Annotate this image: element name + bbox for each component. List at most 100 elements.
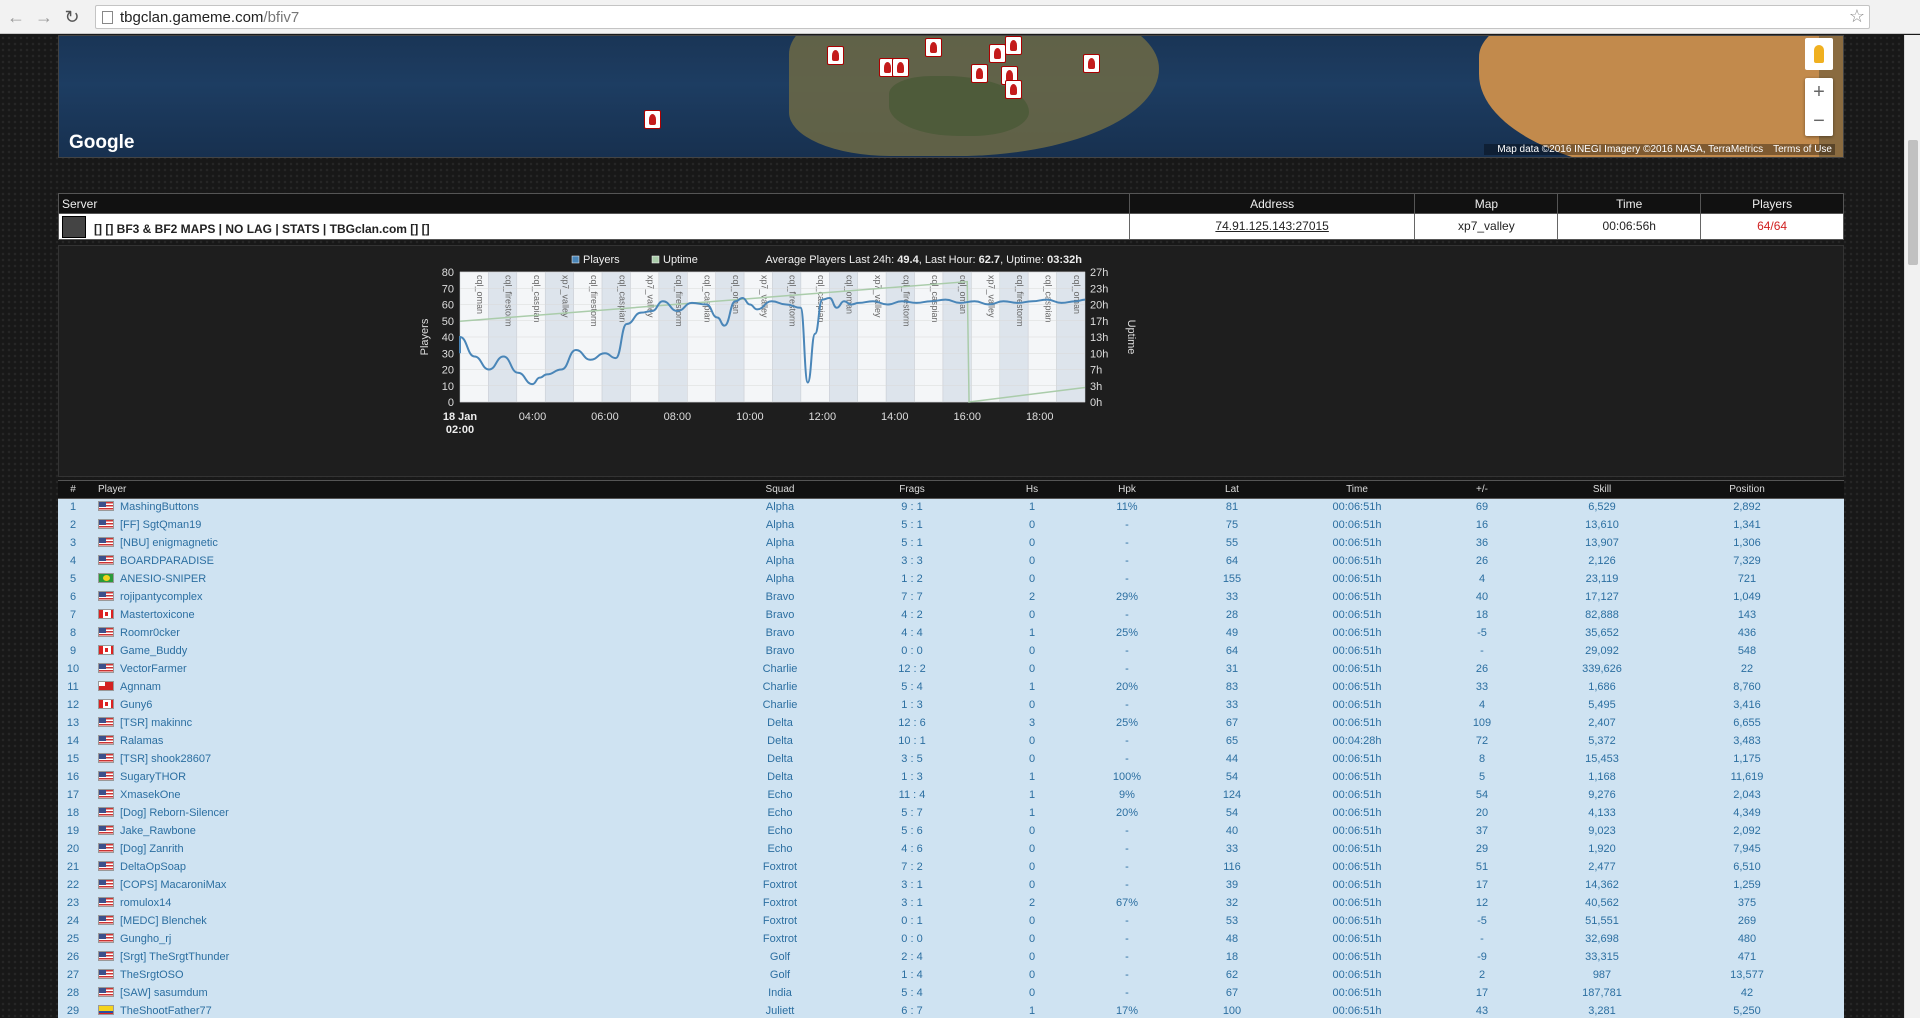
player-cell[interactable]: DeltaOpSoap — [88, 859, 728, 877]
server-address-link[interactable]: 74.91.125.143:27015 — [1215, 219, 1328, 233]
player-marker-icon[interactable] — [989, 44, 1006, 63]
player-cell[interactable]: romulox14 — [88, 895, 728, 913]
player-name[interactable]: SugaryTHOR — [120, 771, 186, 783]
player-cell[interactable]: [FF] SgtQman19 — [88, 517, 728, 535]
table-row[interactable]: 20 [Dog] Zanrith Echo 4 : 6 0 - 33 00:06:51h 29 1… — [58, 841, 1844, 859]
header-rank[interactable]: # — [58, 481, 88, 498]
player-cell[interactable]: VectorFarmer — [88, 661, 728, 679]
player-cell[interactable]: [MEDC] Blenchek — [88, 913, 728, 931]
squad-cell[interactable]: Foxtrot — [728, 913, 832, 931]
player-name[interactable]: Mastertoxicone — [120, 609, 195, 621]
player-cell[interactable]: TheShootFather77 — [88, 1003, 728, 1018]
squad-cell[interactable]: Foxtrot — [728, 877, 832, 895]
squad-cell[interactable]: Bravo — [728, 607, 832, 625]
table-row[interactable]: 24 [MEDC] Blenchek Foxtrot 0 : 1 0 - 53 00:06:5… — [58, 913, 1844, 931]
player-cell[interactable]: BOARDPARADISE — [88, 553, 728, 571]
zoom-out-button[interactable]: − — [1805, 107, 1833, 136]
table-row[interactable]: 26 [Srgt] TheSrgtThunder Golf 2 : 4 0 - 18 00:0… — [58, 949, 1844, 967]
player-cell[interactable]: Game_Buddy — [88, 643, 728, 661]
player-marker-icon[interactable] — [971, 64, 988, 83]
table-row[interactable]: 7 Mastertoxicone Bravo 4 : 2 0 - 28 00:06:51h 18… — [58, 607, 1844, 625]
player-name[interactable]: ANESIO-SNIPER — [120, 573, 206, 585]
player-name[interactable]: TheSrgtOSO — [120, 969, 184, 981]
player-name[interactable]: Gungho_rj — [120, 933, 171, 945]
zoom-in-button[interactable]: + — [1805, 78, 1833, 107]
player-name[interactable]: Ralamas — [120, 735, 163, 747]
player-name[interactable]: [Dog] Reborn-Silencer — [120, 807, 229, 819]
player-name[interactable]: Game_Buddy — [120, 645, 187, 657]
table-row[interactable]: 15 [TSR] shook28607 Delta 3 : 5 0 - 44 00:06:51… — [58, 751, 1844, 769]
player-marker-icon[interactable] — [1083, 54, 1100, 73]
squad-cell[interactable]: Golf — [728, 949, 832, 967]
table-row[interactable]: 3 [NBU] enigmagnetic Alpha 5 : 1 0 - 55 00:06:5… — [58, 535, 1844, 553]
header-skill[interactable]: Skill — [1532, 481, 1672, 498]
forward-icon[interactable]: → — [34, 7, 54, 27]
player-name[interactable]: Guny6 — [120, 699, 152, 711]
squad-cell[interactable]: Charlie — [728, 697, 832, 715]
player-name[interactable]: [SAW] sasumdum — [120, 987, 208, 999]
squad-cell[interactable]: Juliett — [728, 1003, 832, 1018]
player-cell[interactable]: MashingButtons — [88, 499, 728, 517]
player-name[interactable]: Roomr0cker — [120, 627, 180, 639]
table-row[interactable]: 11 Agnnam Charlie 5 : 4 1 20% 83 00:06:51h 33 1,6… — [58, 679, 1844, 697]
player-marker-icon[interactable] — [1005, 80, 1022, 99]
table-row[interactable]: 18 [Dog] Reborn-Silencer Echo 5 : 7 1 20% 54 00… — [58, 805, 1844, 823]
player-name[interactable]: [FF] SgtQman19 — [120, 519, 201, 531]
player-marker-icon[interactable] — [827, 46, 844, 65]
scrollbar-thumb[interactable] — [1908, 140, 1918, 265]
reload-icon[interactable]: ↻ — [62, 7, 82, 27]
table-row[interactable]: 5 ANESIO-SNIPER Alpha 1 : 2 0 - 155 00:06:51h 4 2… — [58, 571, 1844, 589]
table-row[interactable]: 23 romulox14 Foxtrot 3 : 1 2 67% 32 00:06:51h 12… — [58, 895, 1844, 913]
squad-cell[interactable]: Delta — [728, 715, 832, 733]
squad-cell[interactable]: Alpha — [728, 553, 832, 571]
player-name[interactable]: rojipantycomplex — [120, 591, 203, 603]
header-frags[interactable]: Frags — [832, 481, 992, 498]
header-headshots[interactable]: Hs — [992, 481, 1072, 498]
header-time[interactable]: Time — [1282, 481, 1432, 498]
player-cell[interactable]: [Srgt] TheSrgtThunder — [88, 949, 728, 967]
squad-cell[interactable]: Delta — [728, 769, 832, 787]
player-cell[interactable]: [Dog] Zanrith — [88, 841, 728, 859]
table-row[interactable]: 14 Ralamas Delta 10 : 1 0 - 65 00:04:28h 72 5,372… — [58, 733, 1844, 751]
table-row[interactable]: 17 XmasekOne Echo 11 : 4 1 9% 124 00:06:51h 54 9,… — [58, 787, 1844, 805]
player-name[interactable]: [COPS] MacaroniMax — [120, 879, 226, 891]
player-cell[interactable]: Jake_Rawbone — [88, 823, 728, 841]
table-row[interactable]: 27 TheSrgtOSO Golf 1 : 4 0 - 62 00:06:51h 2 987 13… — [58, 967, 1844, 985]
player-cell[interactable]: [TSR] shook28607 — [88, 751, 728, 769]
player-name[interactable]: [Dog] Zanrith — [120, 843, 184, 855]
server-players-map[interactable]: Google + − Map data ©2016 INEGI Imagery … — [58, 35, 1844, 158]
table-row[interactable]: 4 BOARDPARADISE Alpha 3 : 3 0 - 64 00:06:51h 26 2… — [58, 553, 1844, 571]
squad-cell[interactable]: Charlie — [728, 679, 832, 697]
bookmark-star-icon[interactable]: ☆ — [1849, 6, 1865, 27]
player-cell[interactable]: [SAW] sasumdum — [88, 985, 728, 1003]
squad-cell[interactable]: Delta — [728, 733, 832, 751]
player-cell[interactable]: rojipantycomplex — [88, 589, 728, 607]
url-text[interactable]: tbgclan.gameme.com/bfiv7 — [120, 9, 299, 26]
table-row[interactable]: 12 Guny6 Charlie 1 : 3 0 - 33 00:06:51h 4 5,495 3,… — [58, 697, 1844, 715]
table-row[interactable]: 25 Gungho_rj Foxtrot 0 : 0 0 - 48 00:06:51h - 32,… — [58, 931, 1844, 949]
player-name[interactable]: Agnnam — [120, 681, 161, 693]
squad-cell[interactable]: Alpha — [728, 535, 832, 553]
player-name[interactable]: MashingButtons — [120, 501, 199, 513]
player-cell[interactable]: Mastertoxicone — [88, 607, 728, 625]
server-name[interactable]: [] [] BF3 & BF2 MAPS | NO LAG | STATS | … — [94, 222, 430, 236]
player-cell[interactable]: [Dog] Reborn-Silencer — [88, 805, 728, 823]
table-row[interactable]: 28 [SAW] sasumdum India 5 : 4 0 - 67 00:06:51h 1… — [58, 985, 1844, 1003]
player-cell[interactable]: Guny6 — [88, 697, 728, 715]
player-cell[interactable]: Ralamas — [88, 733, 728, 751]
terms-link[interactable]: Terms of Use — [1773, 144, 1832, 155]
table-row[interactable]: 1 MashingButtons Alpha 9 : 1 1 11% 81 00:06:51h… — [58, 499, 1844, 517]
player-name[interactable]: [TSR] makinnc — [120, 717, 192, 729]
squad-cell[interactable]: Alpha — [728, 517, 832, 535]
player-name[interactable]: TheShootFather77 — [120, 1005, 212, 1017]
squad-cell[interactable]: Echo — [728, 823, 832, 841]
player-name[interactable]: DeltaOpSoap — [120, 861, 186, 873]
back-icon[interactable]: ← — [6, 7, 26, 27]
player-cell[interactable]: Agnnam — [88, 679, 728, 697]
table-row[interactable]: 9 Game_Buddy Bravo 0 : 0 0 - 64 00:06:51h - 29,09… — [58, 643, 1844, 661]
table-row[interactable]: 19 Jake_Rawbone Echo 5 : 6 0 - 40 00:06:51h 37 9,… — [58, 823, 1844, 841]
player-cell[interactable]: Gungho_rj — [88, 931, 728, 949]
page-scrollbar[interactable] — [1904, 35, 1920, 1018]
player-cell[interactable]: Roomr0cker — [88, 625, 728, 643]
header-hpk[interactable]: Hpk — [1072, 481, 1182, 498]
